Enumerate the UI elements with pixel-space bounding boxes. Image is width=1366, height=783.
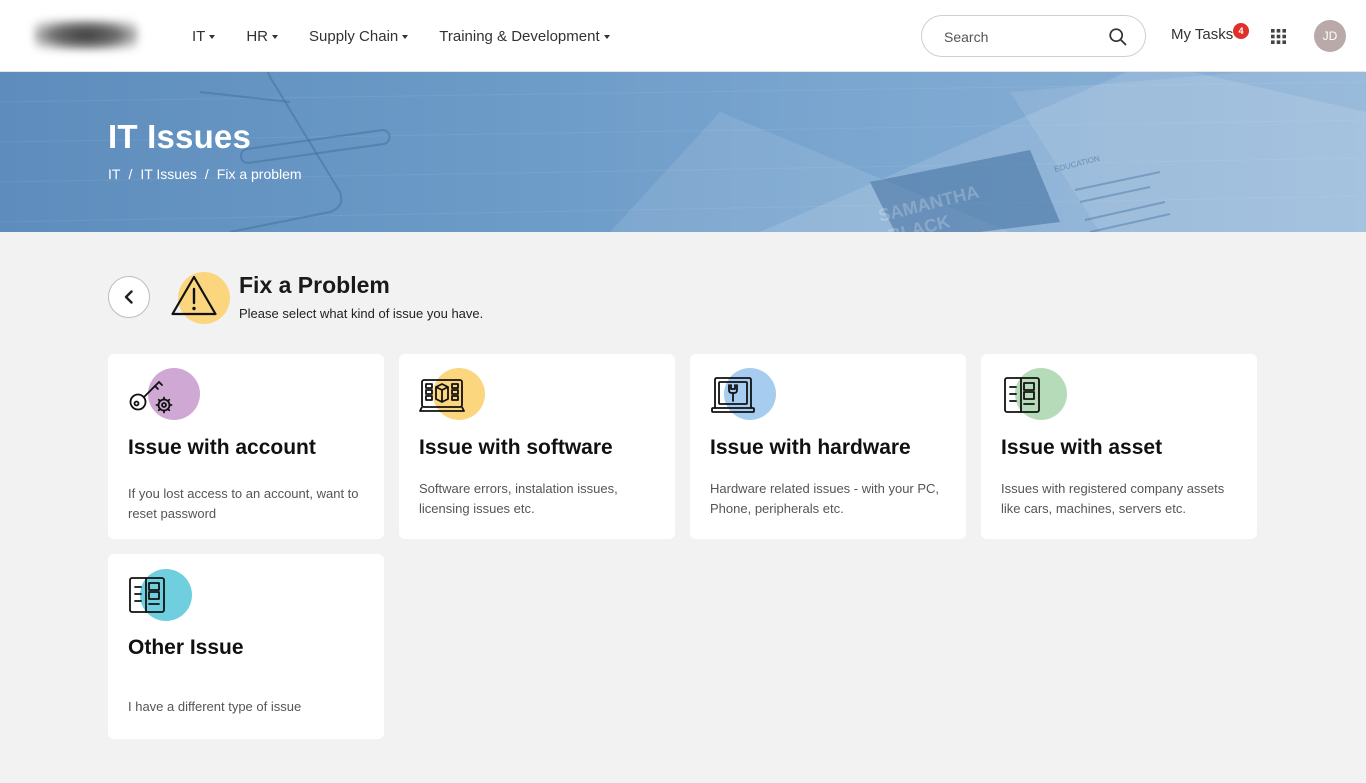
asset-list-icon [1004, 377, 1040, 413]
card-icon-wrap [710, 368, 776, 422]
breadcrumb-separator: / [204, 166, 209, 182]
card-icon-wrap [419, 368, 485, 422]
hero-banner: SAMANTHA BLACK EDUCATION IT Issues IT / … [0, 72, 1366, 232]
warning-triangle-icon [171, 275, 217, 316]
software-box-icon [419, 379, 465, 412]
main-nav: IT HR Supply Chain Training & Developmen… [192, 0, 641, 72]
card-description: Issues with registered company assets li… [1001, 481, 1225, 516]
breadcrumb-separator: / [128, 166, 133, 182]
nav-item-training-development[interactable]: Training & Development [439, 27, 610, 45]
card-issue-with-asset[interactable]: Issue with asset Issues with registered … [981, 354, 1257, 539]
card-description: Software errors, instalation issues, lic… [419, 481, 618, 516]
breadcrumb-item-current: Fix a problem [216, 166, 302, 182]
card-title: Issue with software [419, 436, 613, 459]
nav-item-label: HR [246, 27, 269, 45]
card-icon-wrap [1001, 368, 1067, 422]
breadcrumb: IT / IT Issues / Fix a problem [108, 166, 302, 182]
search-input[interactable] [944, 27, 1104, 47]
caret-down-icon [402, 34, 409, 39]
card-title: Other Issue [128, 636, 244, 659]
card-title: Issue with asset [1001, 436, 1163, 459]
page-title: Fix a Problem [239, 272, 390, 298]
card-title: Issue with account [128, 436, 316, 459]
card-issue-with-hardware[interactable]: Issue with hardware Hardware related iss… [690, 354, 966, 539]
card-icon-wrap [128, 568, 194, 622]
caret-down-icon [603, 34, 610, 39]
back-button[interactable] [108, 276, 150, 318]
card-other-issue[interactable]: Other Issue I have a different type of i… [108, 554, 384, 739]
top-navigation: IT HR Supply Chain Training & Developmen… [0, 0, 1366, 72]
search-box [921, 15, 1146, 57]
nav-item-supply-chain[interactable]: Supply Chain [309, 27, 409, 45]
other-list-icon [129, 577, 165, 613]
nav-item-hr[interactable]: HR [246, 27, 279, 45]
laptop-wrench-icon [711, 377, 755, 413]
nav-item-it[interactable]: IT [192, 27, 216, 45]
nav-item-label: IT [192, 27, 206, 45]
card-description: Hardware related issues - with your PC, … [710, 481, 940, 516]
breadcrumb-item-it-issues[interactable]: IT Issues [140, 166, 197, 182]
card-issue-with-account[interactable]: Issue with account If you lost access to… [108, 354, 384, 539]
card-icon-wrap [128, 368, 200, 422]
chevron-left-icon [124, 290, 133, 304]
company-logo[interactable] [34, 20, 138, 50]
key-gear-icon [129, 381, 173, 414]
page-subtitle: Please select what kind of issue you hav… [239, 306, 484, 321]
caret-down-icon [209, 34, 216, 39]
caret-down-icon [272, 34, 279, 39]
page-section-title: IT Issues [108, 118, 252, 155]
warning-badge [170, 270, 232, 326]
card-title: Issue with hardware [710, 436, 911, 459]
breadcrumb-item-it[interactable]: IT [108, 166, 120, 182]
search-icon[interactable] [1108, 27, 1128, 47]
nav-item-label: Supply Chain [309, 27, 399, 45]
card-description: I have a different type of issue [128, 699, 302, 714]
apps-grid-icon[interactable] [1271, 29, 1286, 44]
tasks-count-badge: 4 [1233, 23, 1249, 39]
user-avatar[interactable]: JD [1314, 20, 1346, 52]
my-tasks-link[interactable]: My Tasks [1171, 26, 1233, 43]
card-issue-with-software[interactable]: Issue with software Software errors, ins… [399, 354, 675, 539]
card-description: If you lost access to an account, want t… [128, 486, 359, 521]
nav-item-label: Training & Development [439, 27, 600, 45]
